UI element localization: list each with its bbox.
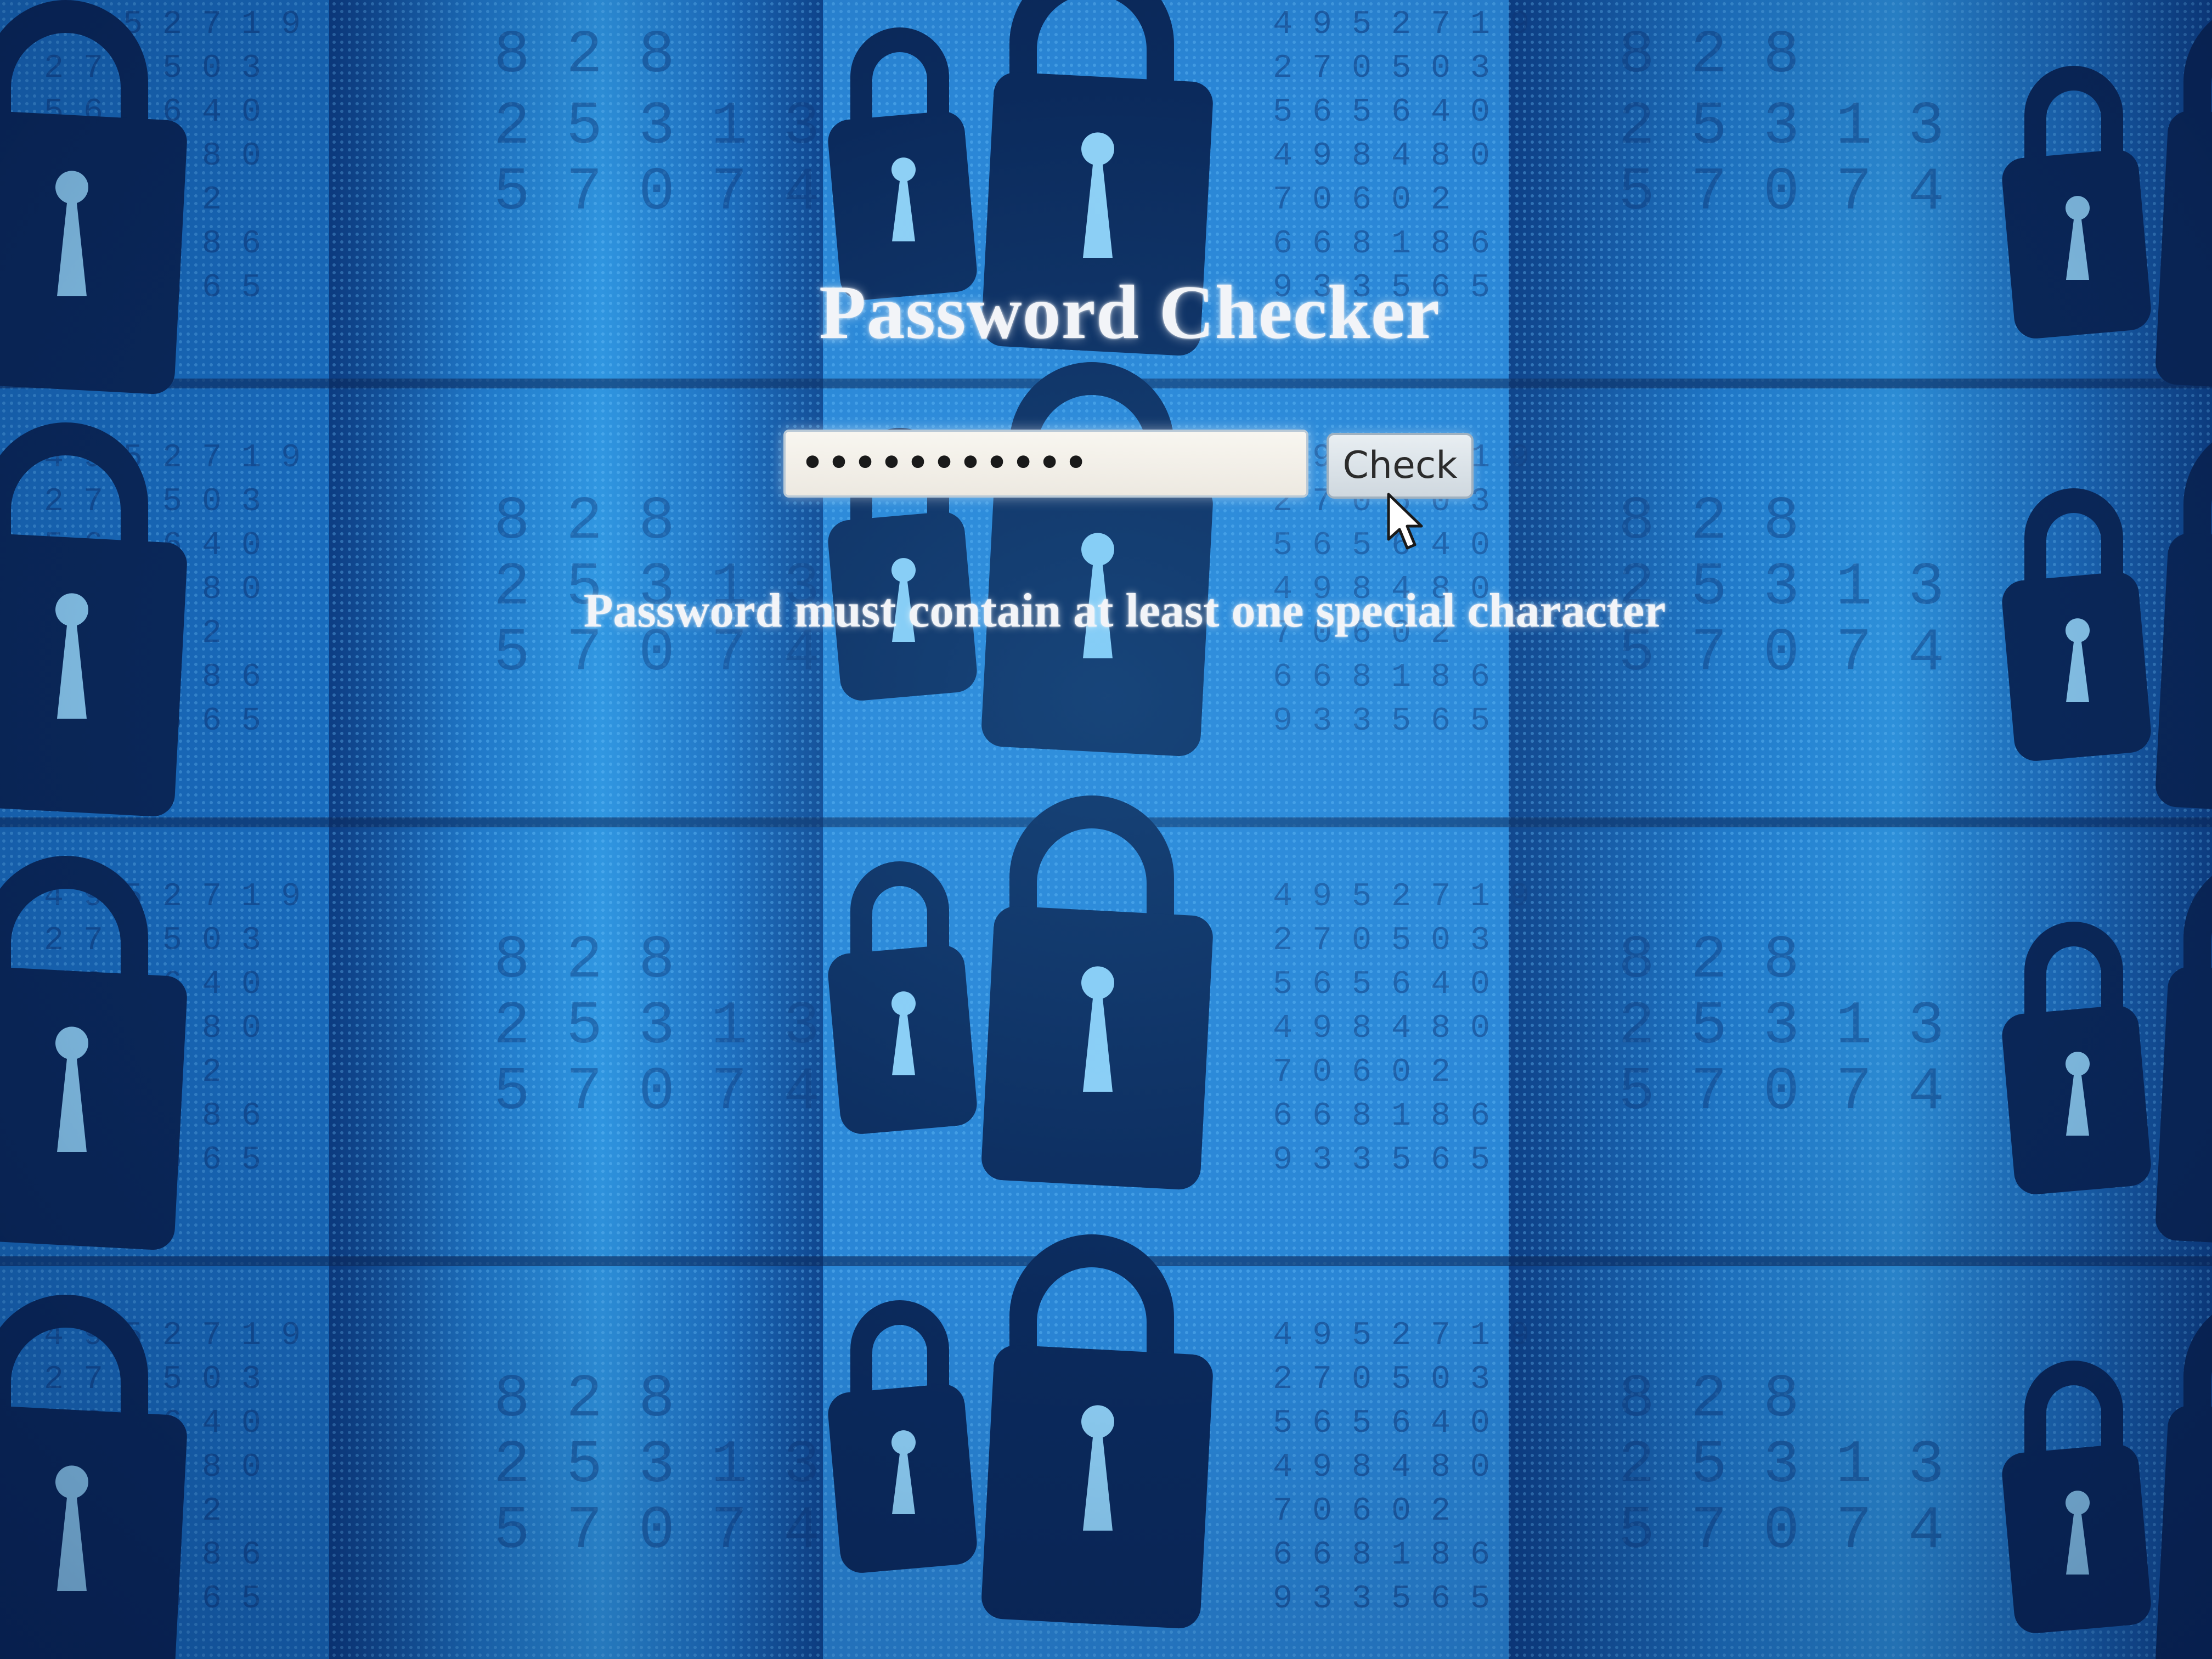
padlock-background: 4 9 5 2 7 1 9 2 7 0 5 0 3 5 6 5 6 4 0 4 … <box>0 0 2212 1659</box>
svg-text:2 5 3 1 3: 2 5 3 1 3 <box>1618 93 1944 161</box>
svg-text:8 2 8: 8 2 8 <box>494 1365 675 1434</box>
status-message: Password must contain at least one speci… <box>583 584 1666 637</box>
svg-text:2 5 3 1 3: 2 5 3 1 3 <box>1618 1431 1944 1500</box>
svg-text:2 5 3 1 3: 2 5 3 1 3 <box>494 1431 820 1500</box>
svg-text:8 2 8: 8 2 8 <box>494 488 675 556</box>
svg-text:5 7 0 7 4: 5 7 0 7 4 <box>1618 1497 1944 1566</box>
svg-text:5 7 0 7 4: 5 7 0 7 4 <box>494 159 820 227</box>
svg-text:8 2 8: 8 2 8 <box>1618 488 1799 556</box>
svg-text:5 7 0 7 4: 5 7 0 7 4 <box>494 1497 820 1566</box>
check-button[interactable]: Check <box>1327 433 1474 499</box>
svg-text:2 5 3 1 3: 2 5 3 1 3 <box>494 93 820 161</box>
svg-text:8 2 8: 8 2 8 <box>1618 1365 1799 1434</box>
svg-text:8 2 8: 8 2 8 <box>494 927 675 995</box>
svg-text:2 5 3 1 3: 2 5 3 1 3 <box>1618 992 1944 1061</box>
mouse-pointer-icon <box>1387 493 1423 550</box>
password-input[interactable] <box>783 430 1308 498</box>
svg-text:8 2 8: 8 2 8 <box>1618 927 1799 995</box>
svg-text:5 7 0 7 4: 5 7 0 7 4 <box>1618 159 1944 227</box>
svg-text:5 7 0 7 4: 5 7 0 7 4 <box>1618 1058 1944 1127</box>
svg-text:2 5 3 1 3: 2 5 3 1 3 <box>494 992 820 1061</box>
svg-text:8 2 8: 8 2 8 <box>494 21 675 90</box>
background-pattern: 4 9 5 2 7 1 9 2 7 0 5 0 3 5 6 5 6 4 0 4 … <box>0 0 2212 1659</box>
svg-text:5 7 0 7 4: 5 7 0 7 4 <box>494 1058 820 1127</box>
svg-text:8 2 8: 8 2 8 <box>1618 21 1799 90</box>
page-title: Password Checker <box>819 270 1440 355</box>
